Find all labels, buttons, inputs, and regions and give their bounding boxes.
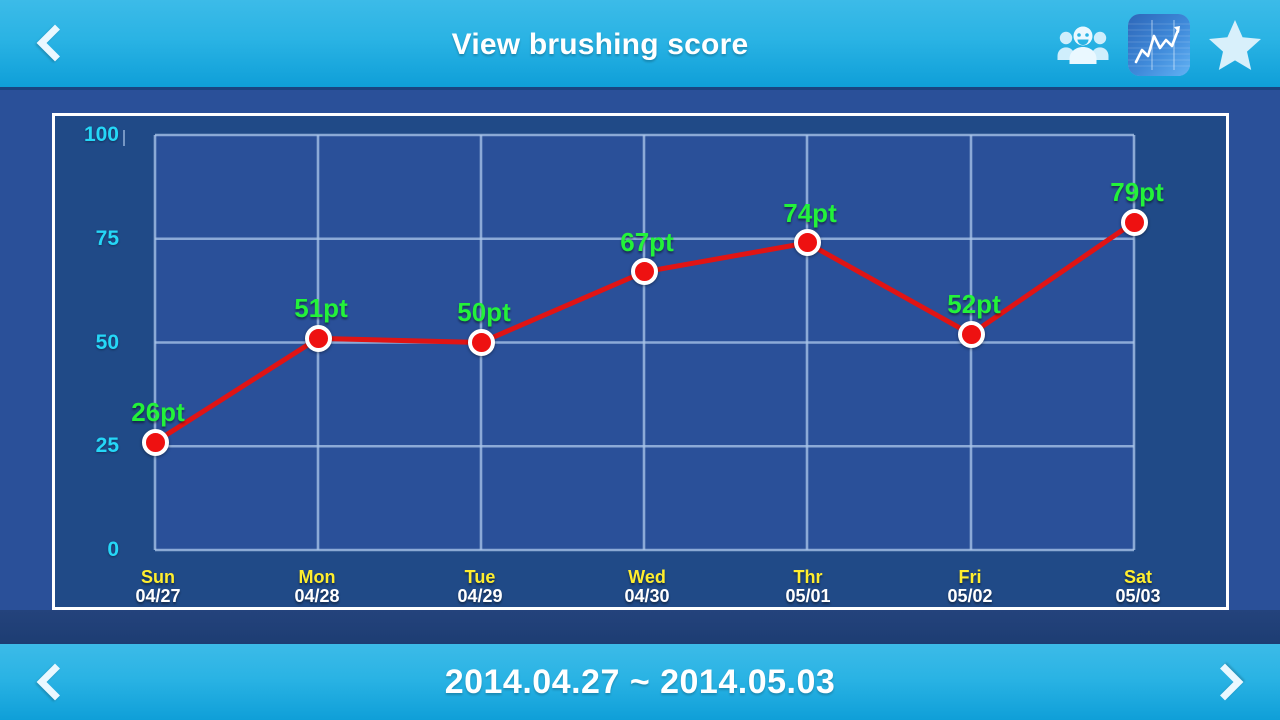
y-tick-50: 50 xyxy=(95,330,119,354)
data-point-tue[interactable] xyxy=(467,329,495,356)
x-label-day: Tue xyxy=(464,567,496,587)
axis-tick-mark xyxy=(123,130,125,146)
page-title: View brushing score xyxy=(451,28,749,61)
x-label-day: Wed xyxy=(628,567,666,587)
data-point-mon[interactable] xyxy=(304,324,332,352)
x-label-sat: Sat 05/03 xyxy=(1115,567,1161,607)
x-label-date: 04/30 xyxy=(624,586,670,607)
prev-week-button[interactable] xyxy=(10,644,100,720)
x-label-date: 04/29 xyxy=(457,586,503,607)
x-label-tue: Tue 04/29 xyxy=(457,567,503,607)
x-label-day: Sat xyxy=(1123,567,1153,587)
y-tick-25: 25 xyxy=(95,434,119,458)
favorite-button[interactable] xyxy=(1204,14,1266,76)
star-icon xyxy=(1209,20,1261,70)
chart-panel: 100 75 50 25 0 26pt 51pt 50pt 67pt 74pt … xyxy=(52,113,1229,610)
chevron-right-icon xyxy=(1206,663,1244,701)
x-label-fri: Fri 05/02 xyxy=(947,567,993,607)
x-label-sun: Sun 04/27 xyxy=(135,567,181,607)
date-range-label: 2014.04.27 ~ 2014.05.03 xyxy=(444,662,836,701)
x-label-day: Sun xyxy=(140,567,175,587)
chevron-left-icon xyxy=(36,24,74,62)
x-label-date: 05/02 xyxy=(947,586,993,607)
chart-button[interactable] xyxy=(1128,14,1190,76)
chevron-left-icon xyxy=(36,663,74,701)
x-label-date: 04/28 xyxy=(294,586,340,607)
data-point-sun[interactable] xyxy=(141,428,169,456)
users-button[interactable] xyxy=(1052,14,1114,76)
x-label-mon: Mon 04/28 xyxy=(294,567,340,607)
users-icon xyxy=(1057,26,1109,64)
x-label-wed: Wed 04/30 xyxy=(624,567,670,607)
data-point-thr[interactable] xyxy=(793,229,821,257)
x-label-date: 05/03 xyxy=(1115,586,1161,607)
chart-svg xyxy=(152,133,1137,552)
data-point-wed[interactable] xyxy=(630,258,658,286)
chart-plot: 100 75 50 25 0 26pt 51pt 50pt 67pt 74pt … xyxy=(55,116,1226,607)
header-actions xyxy=(1052,0,1266,90)
next-week-button[interactable] xyxy=(1180,644,1270,720)
y-tick-75: 75 xyxy=(95,226,119,250)
x-label-day: Fri xyxy=(958,567,982,587)
x-label-day: Mon xyxy=(298,567,336,587)
data-point-fri[interactable] xyxy=(957,320,985,348)
data-point-sat[interactable] xyxy=(1120,208,1148,236)
y-tick-0: 0 xyxy=(107,538,119,561)
chart-icon xyxy=(1128,14,1190,76)
x-label-date: 05/01 xyxy=(785,586,831,607)
x-label-day: Thr xyxy=(793,567,823,587)
x-label-date: 04/27 xyxy=(135,586,181,607)
x-label-thr: Thr 05/01 xyxy=(785,567,831,607)
back-button[interactable] xyxy=(22,8,88,78)
separator-band xyxy=(0,610,1280,644)
app-header: View brushing score xyxy=(0,0,1280,90)
app-root: View brushing score 100 75 50 25 0 26pt … xyxy=(0,0,1280,720)
y-tick-100: 100 xyxy=(83,123,119,146)
app-footer: 2014.04.27 ~ 2014.05.03 xyxy=(0,644,1280,720)
